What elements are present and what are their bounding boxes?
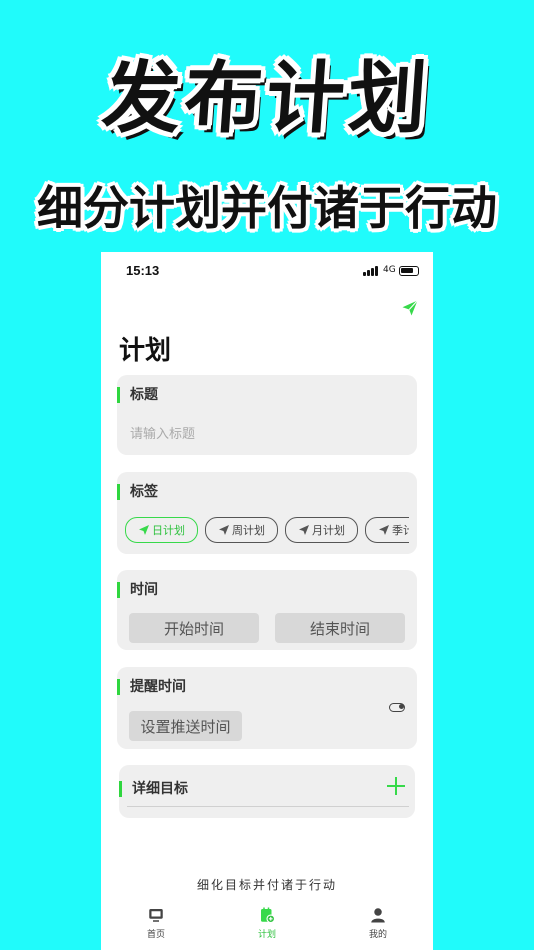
tag-chip-weekly[interactable]: 周计划 [205,517,278,543]
chip-label: 周计划 [232,524,265,537]
title-label: 标题 [117,387,158,403]
monitor-icon [149,909,163,922]
chip-label: 月计划 [312,524,345,537]
send-icon[interactable] [401,299,419,317]
status-time: 15:13 [126,263,160,278]
tag-chip-monthly[interactable]: 月计划 [285,517,358,543]
send-icon [299,525,309,535]
time-card: 时间 开始时间 结束时间 [117,570,417,650]
tag-chip-daily[interactable]: 日计划 [125,517,198,543]
send-icon [219,525,229,535]
reminder-label: 提醒时间 [117,679,186,695]
tab-bar: 首页 计划 我的 [101,902,433,950]
reminder-toggle[interactable] [389,703,405,712]
tab-home[interactable]: 首页 [101,906,211,940]
promo-title: 发布计划 [99,54,434,144]
tab-label: 我的 [368,930,387,940]
tag-chip-quarterly[interactable]: 季计 [365,517,409,543]
title-input[interactable]: 请输入标题 [130,423,195,442]
detail-goals-label: 详细目标 [119,781,188,797]
battery-icon [399,266,419,276]
divider [127,806,409,807]
detail-goals-card[interactable]: 详细目标 [119,765,415,818]
title-card: 标题 请输入标题 [117,375,417,455]
send-icon [139,525,149,535]
user-icon [371,908,385,923]
page-title: 计划 [119,336,172,366]
footer-slogan: 细化目标并付诸于行动 [196,878,337,892]
chip-label: 季计 [392,524,409,537]
tab-label: 计划 [257,930,276,940]
network-type: 4G [383,265,396,275]
tab-profile[interactable]: 我的 [323,906,433,940]
add-icon[interactable] [387,777,405,795]
promo-subtitle: 细分计划并付诸于行动 [37,181,497,235]
chip-label: 日计划 [152,524,185,537]
tab-plan[interactable]: 计划 [212,906,322,940]
end-time-button[interactable]: 结束时间 [275,613,405,643]
tags-card: 标签 日计划 周计划 月计划 季计 [117,472,417,554]
tab-label: 首页 [146,930,165,940]
start-time-button[interactable]: 开始时间 [129,613,259,643]
tag-chip-list: 日计划 周计划 月计划 季计 [125,516,409,546]
calendar-add-icon [261,907,276,924]
send-icon [379,525,389,535]
status-bar: 15:13 4G [101,252,433,288]
reminder-card: 提醒时间 设置推送时间 [117,667,417,749]
phone-screen: 15:13 4G 计划 标题 请输入标题 标签 日计划 周计划 月计划 季计 时… [101,252,433,950]
time-label: 时间 [117,582,158,598]
signal-icon [363,266,379,276]
tags-label: 标签 [117,484,158,500]
set-push-time-button[interactable]: 设置推送时间 [129,711,242,741]
